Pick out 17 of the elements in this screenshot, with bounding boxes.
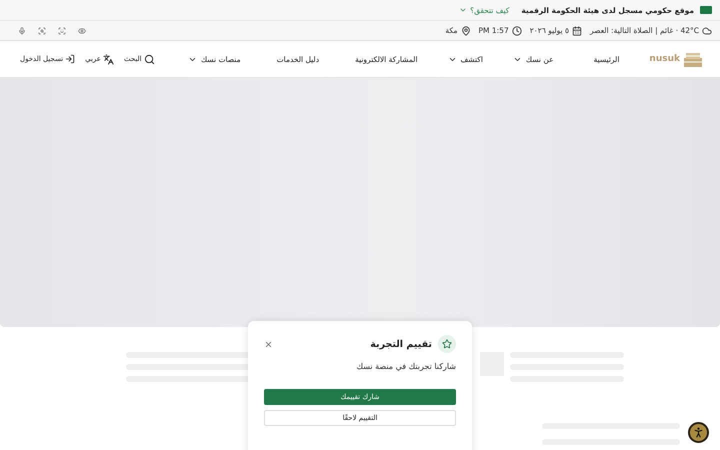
location-icon <box>460 26 470 36</box>
cloud-icon <box>702 26 712 36</box>
eye-icon[interactable] <box>78 26 86 34</box>
microphone-icon[interactable] <box>18 26 26 34</box>
search-icon <box>144 54 155 64</box>
boxes-icon <box>682 50 704 68</box>
accessibility-button[interactable] <box>688 422 709 443</box>
translate-icon <box>102 54 114 64</box>
login-icon <box>65 54 76 64</box>
accessibility-icon <box>692 426 705 439</box>
close-button[interactable] <box>264 340 273 348</box>
calendar-icon <box>572 26 582 36</box>
dialog-title: تقييم التجربة <box>370 338 432 350</box>
clock-icon <box>512 26 522 36</box>
chevron-icon <box>459 6 468 14</box>
dialog-message: شاركنا تجربتك في منصة نسك <box>355 362 456 371</box>
saudi-flag-icon <box>700 6 712 14</box>
